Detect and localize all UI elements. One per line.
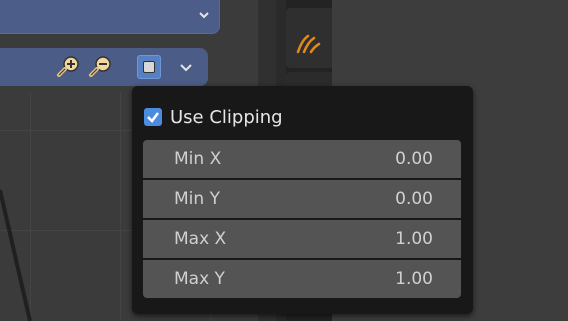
chevron-down-icon — [199, 12, 209, 19]
field-label: Min X — [174, 149, 222, 169]
field-value: 0.00 — [395, 189, 433, 209]
sound-icon — [296, 34, 321, 54]
field-label: Max X — [174, 229, 227, 249]
max-y-field[interactable]: Max Y 1.00 — [143, 260, 461, 298]
field-label: Max Y — [174, 269, 225, 289]
zoom-out-icon — [89, 56, 111, 77]
field-label: Min Y — [174, 189, 220, 209]
use-clipping-checkbox[interactable] — [144, 108, 162, 126]
curve-line — [0, 189, 32, 321]
grid-line — [120, 92, 121, 321]
clipping-icon — [143, 61, 155, 73]
checkmark-icon — [147, 112, 159, 123]
field-value: 1.00 — [395, 269, 433, 289]
tab-speaker[interactable] — [286, 8, 332, 68]
clipping-popover: Use Clipping Min X 0.00 Min Y 0.00 Max X… — [132, 86, 473, 314]
zoom-in-icon — [57, 56, 79, 77]
max-x-field[interactable]: Max X 1.00 — [143, 220, 461, 258]
view-toolbar — [0, 48, 208, 86]
field-value: 0.00 — [395, 149, 433, 169]
clipping-fields: Min X 0.00 Min Y 0.00 Max X 1.00 Max Y 1… — [143, 140, 461, 298]
chevron-down-icon[interactable] — [177, 58, 195, 76]
top-dropdown[interactable] — [0, 0, 220, 34]
clipping-button[interactable] — [137, 55, 161, 79]
use-clipping-toggle[interactable]: Use Clipping — [144, 106, 283, 128]
min-x-field[interactable]: Min X 0.00 — [143, 140, 461, 178]
field-value: 1.00 — [395, 229, 433, 249]
use-clipping-label: Use Clipping — [170, 106, 283, 128]
min-y-field[interactable]: Min Y 0.00 — [143, 180, 461, 218]
zoom-out-button[interactable] — [88, 54, 114, 80]
zoom-in-button[interactable] — [56, 54, 82, 80]
